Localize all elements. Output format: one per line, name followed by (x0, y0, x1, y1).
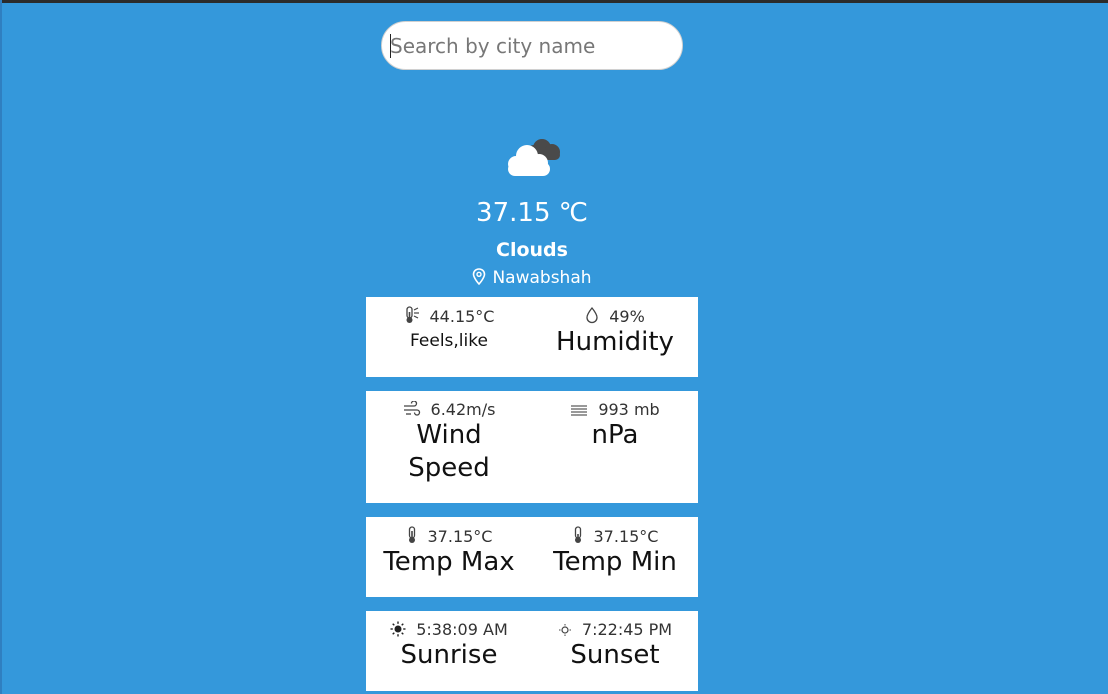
thermometer-icon (574, 526, 581, 543)
pressure-value: 993 mb (598, 400, 660, 419)
text-caret (390, 34, 391, 58)
wind-pressure-card: 6.42m/s Wind Speed 993 mb nPa (366, 391, 698, 503)
temp-max-label: Temp Max (383, 547, 515, 577)
clouds-icon (508, 139, 560, 176)
location: Nawabshah (382, 268, 682, 288)
window-left-border (0, 0, 2, 694)
pressure-label: nPa (591, 420, 639, 450)
sunset-icon (558, 624, 571, 636)
sunset-cell: 7:22:45 PM Sunset (532, 611, 698, 672)
sunrise-icon (390, 621, 406, 637)
feels-like-humidity-card: 44.15°C Feels,like 49% Humidity (366, 297, 698, 377)
weather-condition: Clouds (496, 239, 568, 261)
droplet-icon (586, 306, 598, 324)
feels-like-value: 44.15°C (429, 307, 495, 326)
thermometer-icon (408, 526, 415, 543)
current-temperature: 37.15 ℃ (476, 198, 588, 228)
wind-speed-value: 6.42m/s (430, 400, 496, 419)
wind-speed-label-line2: Speed (408, 453, 490, 483)
city-name: Nawabshah (492, 268, 592, 288)
temp-min-label: Temp Min (553, 547, 677, 577)
temp-max-value: 37.15°C (427, 527, 493, 546)
sunrise-sunset-card: 5:38:09 AM Sunrise 7:22:45 PM Sunset (366, 611, 698, 691)
feels-like-label: Feels,like (410, 331, 488, 351)
temp-max-min-card: 37.15°C Temp Max 37.15°C Temp Min (366, 517, 698, 597)
search-input[interactable] (390, 29, 670, 63)
wind-speed-cell: 6.42m/s Wind Speed (366, 391, 532, 485)
temp-max-cell: 37.15°C Temp Max (366, 517, 532, 579)
temp-min-value: 37.15°C (593, 527, 659, 546)
feels-like-cell: 44.15°C Feels,like (366, 297, 532, 354)
humidity-label: Humidity (556, 327, 674, 357)
humidity-value: 49% (609, 307, 645, 326)
thermometer-half-icon (405, 306, 419, 323)
sunrise-value: 5:38:09 AM (416, 620, 508, 639)
sunrise-label: Sunrise (400, 640, 498, 670)
humidity-cell: 49% Humidity (532, 297, 698, 359)
pressure-cell: 993 mb nPa (532, 391, 698, 452)
pressure-icon (571, 405, 588, 416)
sunset-label: Sunset (570, 640, 660, 670)
sunrise-cell: 5:38:09 AM Sunrise (366, 611, 532, 672)
sunset-value: 7:22:45 PM (581, 620, 673, 639)
wind-icon (403, 400, 420, 416)
search-box[interactable] (381, 21, 683, 70)
map-pin-icon (473, 268, 486, 286)
window-top-border (0, 0, 1108, 3)
temp-min-cell: 37.15°C Temp Min (532, 517, 698, 579)
wind-speed-label-line1: Wind (416, 420, 482, 450)
